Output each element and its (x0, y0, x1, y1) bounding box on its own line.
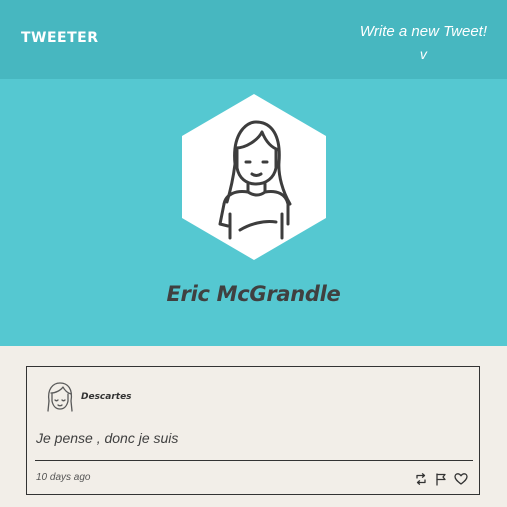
tweet-divider (35, 460, 473, 461)
write-tweet-label[interactable]: Write a new Tweet! (360, 23, 487, 40)
tweet-text: Je pense , donc je suis (36, 430, 179, 446)
tweet-timestamp: 10 days ago (36, 472, 91, 483)
retweet-icon[interactable] (414, 472, 428, 486)
tweet-avatar[interactable] (44, 381, 76, 415)
profile-avatar (180, 92, 328, 262)
profile-header: Eric McGrandle (0, 79, 507, 346)
heart-icon[interactable] (454, 472, 468, 486)
tweet-author[interactable]: Descartes (81, 392, 132, 402)
page: TWEETER Write a new Tweet! v Eric McGran… (0, 0, 507, 507)
brand-logo[interactable]: TWEETER (21, 30, 99, 46)
profile-name: Eric McGrandle (166, 282, 341, 306)
tweet-card: Descartes Je pense , donc je suis 10 day… (26, 366, 480, 495)
woman-avatar-icon (47, 382, 73, 412)
top-nav: TWEETER Write a new Tweet! v (0, 0, 507, 79)
chevron-down-icon[interactable]: v (360, 43, 487, 65)
write-tweet-toggle[interactable]: Write a new Tweet! v (360, 21, 487, 65)
woman-avatar-icon (182, 94, 326, 260)
flag-icon[interactable] (434, 472, 448, 486)
